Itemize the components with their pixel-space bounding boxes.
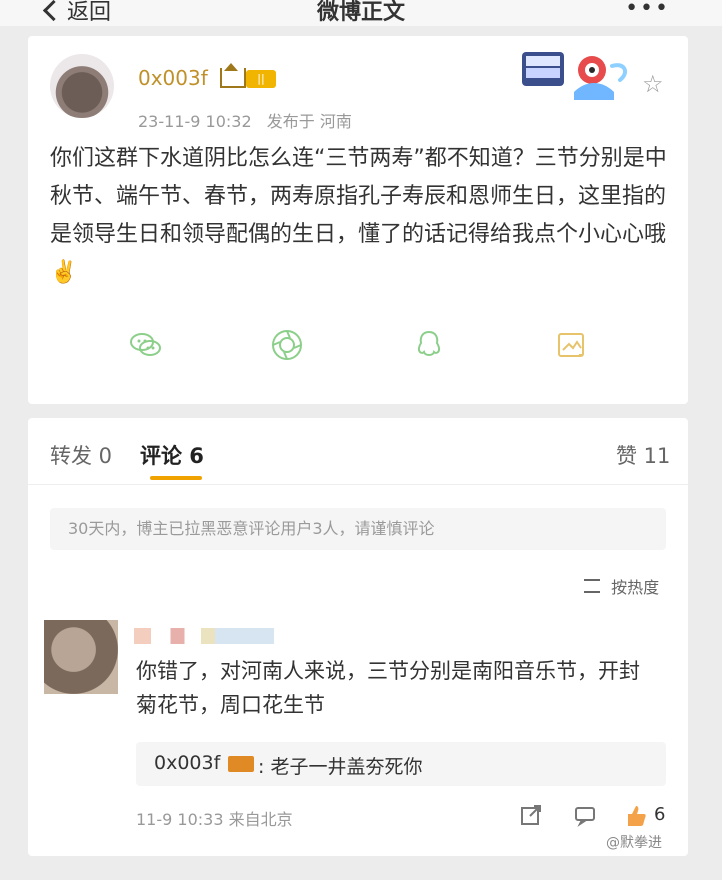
crown-icon xyxy=(220,63,246,88)
share-bar xyxy=(128,328,598,364)
post-card: 0x003f || 23-11-9 10:32 发布于 河南 ☆ 你们这群下水道… xyxy=(28,36,688,404)
reply-preview[interactable]: 0x003f : 老子一井盖夯死你 xyxy=(136,742,666,786)
comment-time: 11-9 10:33 来自北京 xyxy=(136,810,293,829)
tab-reposts[interactable]: 转发 0 xyxy=(50,440,112,470)
save-image-icon[interactable] xyxy=(554,328,588,362)
comments-card: 转发 0 评论 6 赞 11 30天内，博主已拉黑恶意评论用户3人，请谨慎评论 … xyxy=(28,418,688,856)
tab-likes[interactable]: 赞 11 xyxy=(616,440,670,470)
post-date: 23-11-9 10:32 xyxy=(138,112,252,131)
sort-button[interactable]: 按热度 xyxy=(584,574,659,598)
author-username[interactable]: 0x003f xyxy=(138,66,208,90)
like-thumb-icon[interactable] xyxy=(622,802,648,828)
comment-text: 你错了，对河南人来说，三节分别是南阳音乐节，开封菊花节，周口花生节 xyxy=(136,659,640,717)
more-button[interactable]: ••• xyxy=(625,0,670,21)
like-count: 6 xyxy=(654,804,666,825)
decorative-badge-icon xyxy=(522,52,628,100)
author-badge-icon xyxy=(228,756,254,772)
page-title: 微博正文 xyxy=(316,0,405,25)
vip-badge: || xyxy=(246,70,276,88)
commenter-name-blurred[interactable] xyxy=(134,628,274,644)
commenter-avatar[interactable] xyxy=(44,620,118,694)
blocked-users-notice: 30天内，博主已拉黑恶意评论用户3人，请谨慎评论 xyxy=(50,508,666,550)
author-avatar[interactable] xyxy=(50,54,114,118)
reply-username[interactable]: 0x003f xyxy=(154,752,220,774)
post-body-text: 你们这群下水道阴比怎么连“三节两寿”都不知道？三节分别是中秋节、端午节、春节，两… xyxy=(50,146,667,285)
share-icon[interactable] xyxy=(518,802,544,828)
moments-icon[interactable] xyxy=(270,328,304,362)
sort-label: 按热度 xyxy=(611,578,660,597)
wechat-icon[interactable] xyxy=(128,328,162,362)
reply-icon[interactable] xyxy=(572,802,598,828)
post-meta: 23-11-9 10:32 发布于 河南 xyxy=(138,108,352,132)
reply-text: : 老子一井盖夯死你 xyxy=(258,756,423,778)
watermark: @默拳进 xyxy=(606,835,662,851)
tab-comments[interactable]: 评论 6 xyxy=(140,440,204,470)
top-bar: 返回 微博正文 ••• xyxy=(0,0,722,26)
active-tab-underline xyxy=(150,476,202,480)
sort-icon xyxy=(584,579,600,593)
qq-icon[interactable] xyxy=(412,328,446,362)
comment-actions: 6 xyxy=(518,802,668,830)
tab-bar: 转发 0 评论 6 赞 11 xyxy=(28,418,688,485)
weibo-post-page: 返回 微博正文 ••• 0x003f || 23-11-9 10:32 发布于 … xyxy=(0,0,722,880)
favorite-star-icon[interactable]: ☆ xyxy=(642,70,664,98)
post-location: 发布于 河南 xyxy=(266,112,352,131)
